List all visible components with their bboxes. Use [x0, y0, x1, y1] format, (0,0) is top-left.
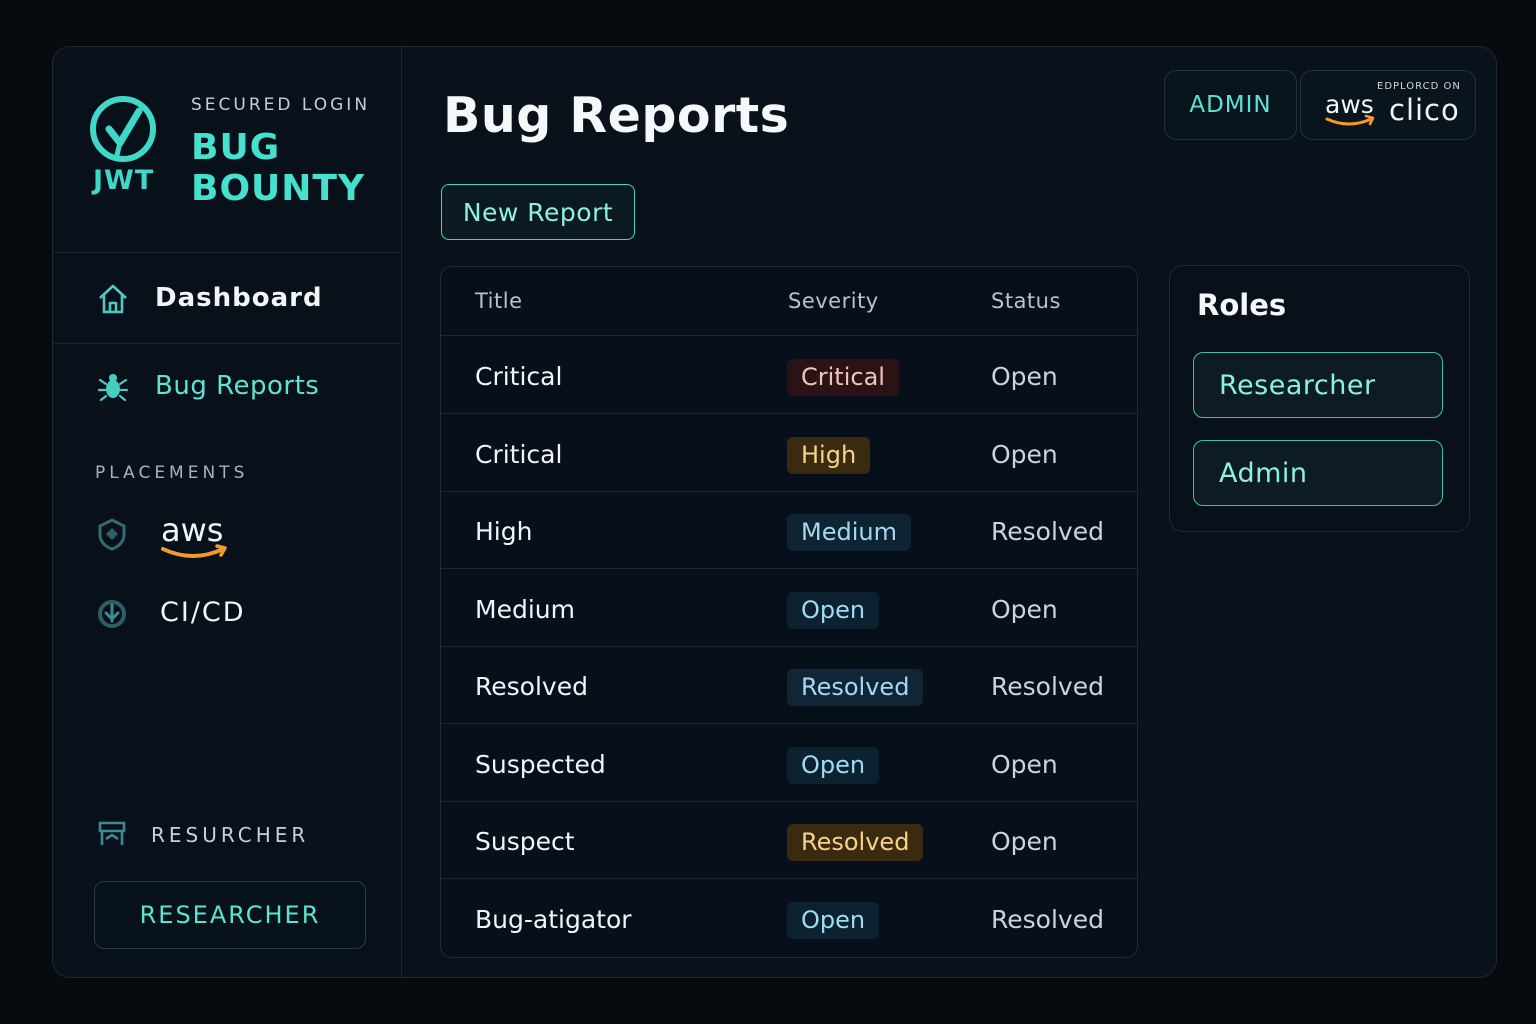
table-header: Title Severity Status [441, 267, 1137, 336]
role-researcher-button[interactable]: Researcher [1193, 352, 1443, 418]
placements-heading: PLACEMENTS [95, 463, 249, 483]
bug-icon [97, 374, 129, 402]
sidebar-item-label: Bug Reports [155, 371, 320, 401]
severity-badge: Resolved [787, 669, 924, 706]
placement-item-cicd[interactable]: CI/CD [53, 585, 401, 645]
aws-badge-text: aws [1325, 90, 1374, 119]
brand-logo-text: JWT [93, 165, 155, 196]
severity-badge: Open [787, 901, 880, 939]
roles-title: Roles [1197, 288, 1287, 322]
report-title: Critical [475, 362, 563, 391]
table-row[interactable]: Bug-atigator Open Resolved [441, 879, 1137, 956]
table-row[interactable]: Suspected Open Open [441, 724, 1137, 802]
researcher-role-button[interactable]: RESEARCHER [94, 881, 366, 949]
deploy-caption: EDPLORCD ON [1377, 81, 1461, 92]
severity-badge: Medium [787, 514, 911, 551]
severity-badge: Open [787, 591, 880, 629]
column-header-title[interactable]: Title [475, 289, 523, 313]
severity-badge: High [787, 436, 871, 474]
aws-logo-icon: aws [1325, 90, 1375, 126]
table-row[interactable]: Resolved Resolved Resolved [441, 646, 1137, 724]
table-row[interactable]: Critical High Open [441, 414, 1137, 492]
status-text: Resolved [991, 517, 1104, 546]
placement-item-aws[interactable]: aws [53, 505, 401, 565]
role-admin-button[interactable]: Admin [1193, 440, 1443, 506]
brand-subtitle: SECURED LOGIN [191, 95, 371, 115]
severity-badge: Open [787, 746, 880, 784]
app-window: JWT SECURED LOGIN BUG BOUNTY Dashboard B… [52, 46, 1497, 978]
report-title: Suspected [475, 749, 606, 779]
aws-logo-icon: aws [161, 511, 227, 558]
brand-title: BUG BOUNTY [191, 127, 366, 209]
status-text: Open [991, 594, 1058, 624]
status-text: Open [991, 439, 1058, 469]
deployment-badge[interactable]: EDPLORCD ON aws clico [1300, 70, 1476, 140]
status-text: Open [991, 749, 1058, 779]
sidebar-item-dashboard[interactable]: Dashboard [53, 255, 401, 344]
cicd-icon [98, 600, 126, 628]
jwt-check-logo-icon [90, 96, 156, 162]
user-role-label: RESURCHER [151, 823, 310, 847]
researcher-icon [98, 821, 126, 845]
sidebar-item-bug-reports[interactable]: Bug Reports [53, 343, 401, 431]
new-report-button[interactable]: New Report [441, 184, 635, 240]
user-role-row: RESURCHER [53, 813, 401, 857]
page-title: Bug Reports [443, 87, 790, 144]
report-title: Critical [475, 439, 563, 469]
table-row[interactable]: Critical Critical Open [441, 336, 1137, 414]
deploy-target: clico [1389, 93, 1460, 127]
table-row[interactable]: Suspect Resolved Open [441, 801, 1137, 879]
admin-button[interactable]: ADMIN [1164, 70, 1297, 140]
column-header-status[interactable]: Status [991, 289, 1061, 313]
brand-header: JWT SECURED LOGIN BUG BOUNTY [53, 47, 401, 253]
sidebar: JWT SECURED LOGIN BUG BOUNTY Dashboard B… [53, 47, 402, 977]
status-text: Resolved [991, 672, 1104, 701]
aws-logo-text: aws [161, 511, 223, 549]
status-text: Open [991, 362, 1058, 391]
report-title: High [475, 517, 533, 546]
sidebar-item-label: Dashboard [155, 283, 323, 313]
severity-badge: Critical [787, 359, 899, 396]
status-text: Resolved [991, 904, 1104, 934]
cloud-shield-icon [98, 518, 126, 551]
report-title: Bug-atigator [475, 904, 632, 934]
report-title: Resolved [475, 672, 588, 701]
roles-panel: Roles Researcher Admin [1169, 265, 1470, 532]
report-title: Suspect [475, 827, 575, 856]
home-icon [99, 284, 127, 314]
report-title: Medium [475, 594, 575, 624]
severity-badge: Resolved [787, 824, 924, 861]
table-row[interactable]: High Medium Resolved [441, 491, 1137, 569]
column-header-severity[interactable]: Severity [788, 289, 879, 313]
table-row[interactable]: Medium Open Open [441, 569, 1137, 647]
cicd-label: CI/CD [160, 597, 246, 628]
bug-reports-table: Title Severity Status Critical Critical Op… [440, 266, 1138, 958]
status-text: Open [991, 827, 1058, 856]
